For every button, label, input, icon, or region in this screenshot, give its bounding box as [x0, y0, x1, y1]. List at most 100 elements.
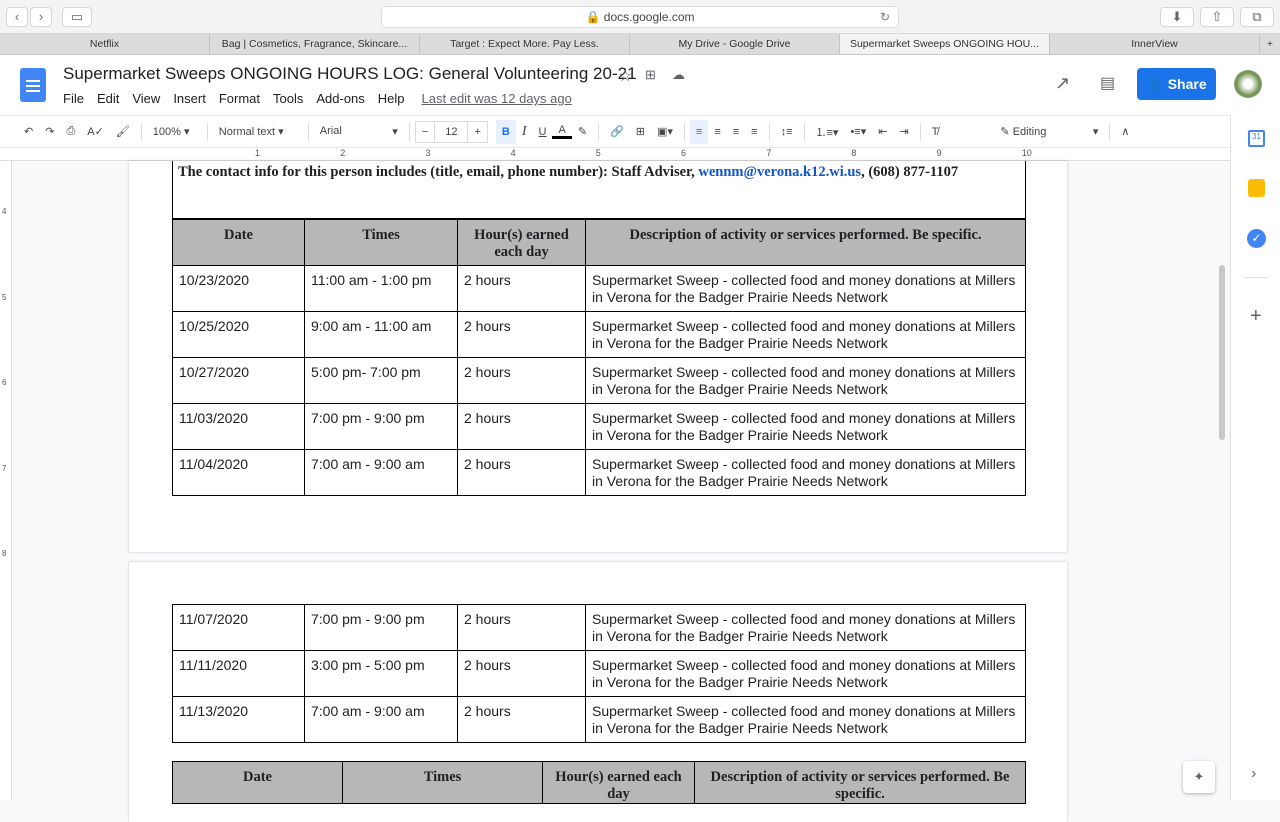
- cell-description[interactable]: Supermarket Sweep - collected food and m…: [585, 357, 1026, 404]
- expand-panel-icon[interactable]: ›: [1251, 765, 1256, 783]
- cell-times[interactable]: 7:00 am - 9:00 am: [304, 696, 458, 743]
- doc-title[interactable]: Supermarket Sweeps ONGOING HOURS LOG: Ge…: [63, 64, 637, 84]
- collapse-toolbar-icon[interactable]: ∧: [1115, 125, 1135, 138]
- cell-date[interactable]: 11/13/2020: [172, 696, 305, 743]
- avatar[interactable]: [1234, 70, 1262, 98]
- vertical-ruler[interactable]: 4 5 6 7 8: [0, 161, 12, 800]
- share-sheet-icon[interactable]: ⇧: [1200, 7, 1234, 27]
- forward-button[interactable]: ›: [30, 7, 52, 27]
- star-icon[interactable]: ☆: [618, 66, 632, 86]
- tabs-overview-icon[interactable]: ⧉: [1240, 7, 1274, 27]
- tab-doc[interactable]: Supermarket Sweeps ONGOING HOU...: [840, 34, 1050, 54]
- sidebar-toggle-icon[interactable]: ▭: [62, 7, 92, 27]
- activity-trend-icon[interactable]: ↗: [1055, 73, 1070, 94]
- menu-insert[interactable]: Insert: [173, 91, 206, 106]
- increase-indent-icon[interactable]: ⇥: [893, 125, 914, 138]
- zoom-select[interactable]: 100% ▾: [147, 125, 202, 138]
- cell-times[interactable]: 7:00 pm - 9:00 pm: [304, 604, 458, 651]
- cell-hours[interactable]: 2 hours: [457, 265, 586, 312]
- cell-description[interactable]: Supermarket Sweep - collected food and m…: [585, 449, 1026, 496]
- editing-mode-select[interactable]: ✎ Editing ▾: [994, 125, 1104, 138]
- cell-description[interactable]: Supermarket Sweep - collected food and m…: [585, 696, 1026, 743]
- cell-hours[interactable]: 2 hours: [457, 357, 586, 404]
- align-right-button[interactable]: ≡: [727, 126, 745, 138]
- tab-bag[interactable]: Bag | Cosmetics, Fragrance, Skincare...: [210, 34, 420, 54]
- undo-icon[interactable]: ↶: [18, 125, 39, 138]
- cell-date[interactable]: 10/27/2020: [172, 357, 305, 404]
- align-left-button[interactable]: ≡: [689, 119, 709, 144]
- move-folder-icon[interactable]: ⊞: [645, 67, 656, 83]
- cell-description[interactable]: Supermarket Sweep - collected food and m…: [585, 650, 1026, 697]
- tab-innerview[interactable]: InnerView: [1050, 34, 1260, 54]
- menu-addons[interactable]: Add-ons: [316, 91, 364, 106]
- calendar-icon[interactable]: 31: [1248, 130, 1265, 147]
- insert-image-icon[interactable]: ▣▾: [651, 125, 679, 138]
- cell-date[interactable]: 10/23/2020: [172, 265, 305, 312]
- menu-view[interactable]: View: [132, 91, 160, 106]
- paint-format-icon[interactable]: 🖌: [110, 125, 136, 138]
- scrollbar[interactable]: [1219, 265, 1225, 440]
- cell-hours[interactable]: 2 hours: [457, 696, 586, 743]
- menu-edit[interactable]: Edit: [97, 91, 119, 106]
- font-select[interactable]: Arial ▾: [314, 125, 404, 138]
- justify-button[interactable]: ≡: [745, 126, 763, 138]
- line-spacing-icon[interactable]: ↕≡: [775, 126, 799, 138]
- link-icon[interactable]: 🔗: [604, 125, 630, 138]
- cell-times[interactable]: 5:00 pm- 7:00 pm: [304, 357, 458, 404]
- menu-tools[interactable]: Tools: [273, 91, 303, 106]
- tasks-icon[interactable]: ✓: [1247, 229, 1266, 248]
- cell-description[interactable]: Supermarket Sweep - collected food and m…: [585, 265, 1026, 312]
- cell-times[interactable]: 11:00 am - 1:00 pm: [304, 265, 458, 312]
- redo-icon[interactable]: ↷: [39, 125, 60, 138]
- cell-date[interactable]: 11/07/2020: [172, 604, 305, 651]
- cell-date[interactable]: 11/11/2020: [172, 650, 305, 697]
- decrease-indent-icon[interactable]: ⇤: [872, 125, 893, 138]
- tab-target[interactable]: Target : Expect More. Pay Less.: [420, 34, 630, 54]
- docs-logo-icon[interactable]: [20, 68, 46, 102]
- comment-add-icon[interactable]: ⊞: [630, 125, 651, 138]
- cell-times[interactable]: 7:00 am - 9:00 am: [304, 449, 458, 496]
- last-edit-link[interactable]: Last edit was 12 days ago: [422, 91, 572, 106]
- numbered-list-icon[interactable]: ⒈≡▾: [810, 124, 845, 140]
- keep-icon[interactable]: [1248, 179, 1265, 197]
- increase-font-size-button[interactable]: +: [468, 126, 486, 138]
- address-bar[interactable]: 🔒 docs.google.com ↻: [381, 6, 899, 28]
- cell-date[interactable]: 10/25/2020: [172, 311, 305, 358]
- share-button[interactable]: 👤 Share: [1137, 68, 1216, 100]
- cell-hours[interactable]: 2 hours: [457, 604, 586, 651]
- cell-hours[interactable]: 2 hours: [457, 403, 586, 450]
- cell-hours[interactable]: 2 hours: [457, 650, 586, 697]
- new-tab-icon[interactable]: +: [1260, 34, 1280, 54]
- download-icon[interactable]: ⬇: [1160, 7, 1194, 27]
- cell-times[interactable]: 9:00 am - 11:00 am: [304, 311, 458, 358]
- cell-times[interactable]: 3:00 pm - 5:00 pm: [304, 650, 458, 697]
- horizontal-ruler[interactable]: 1 2 3 4 5 6 7 8 9 10: [0, 148, 1230, 161]
- menu-file[interactable]: File: [63, 91, 84, 106]
- reload-icon[interactable]: ↻: [880, 7, 890, 27]
- italic-button[interactable]: I: [516, 124, 533, 140]
- comments-icon[interactable]: ▤: [1100, 73, 1115, 93]
- underline-button[interactable]: U: [533, 126, 553, 138]
- tab-drive[interactable]: My Drive - Google Drive: [630, 34, 840, 54]
- tab-netflix[interactable]: Netflix: [0, 34, 210, 54]
- bulleted-list-icon[interactable]: •≡▾: [844, 125, 872, 138]
- bold-button[interactable]: B: [495, 119, 516, 144]
- text-color-button[interactable]: A: [552, 124, 572, 139]
- spellcheck-icon[interactable]: A✓: [81, 125, 110, 138]
- clear-formatting-icon[interactable]: T̸: [926, 126, 945, 138]
- align-center-button[interactable]: ≡: [708, 126, 726, 138]
- cell-times[interactable]: 7:00 pm - 9:00 pm: [304, 403, 458, 450]
- cell-hours[interactable]: 2 hours: [457, 449, 586, 496]
- cell-description[interactable]: Supermarket Sweep - collected food and m…: [585, 311, 1026, 358]
- cell-hours[interactable]: 2 hours: [457, 311, 586, 358]
- cell-date[interactable]: 11/04/2020: [172, 449, 305, 496]
- print-icon[interactable]: ⎙: [60, 125, 81, 138]
- cell-date[interactable]: 11/03/2020: [172, 403, 305, 450]
- back-button[interactable]: ‹: [6, 7, 28, 27]
- style-select[interactable]: Normal text ▾: [213, 125, 303, 138]
- cell-description[interactable]: Supermarket Sweep - collected food and m…: [585, 403, 1026, 450]
- font-size-input[interactable]: 12: [434, 121, 469, 142]
- menu-help[interactable]: Help: [378, 91, 405, 106]
- explore-icon[interactable]: ✦: [1183, 761, 1215, 793]
- decrease-font-size-button[interactable]: −: [416, 126, 434, 138]
